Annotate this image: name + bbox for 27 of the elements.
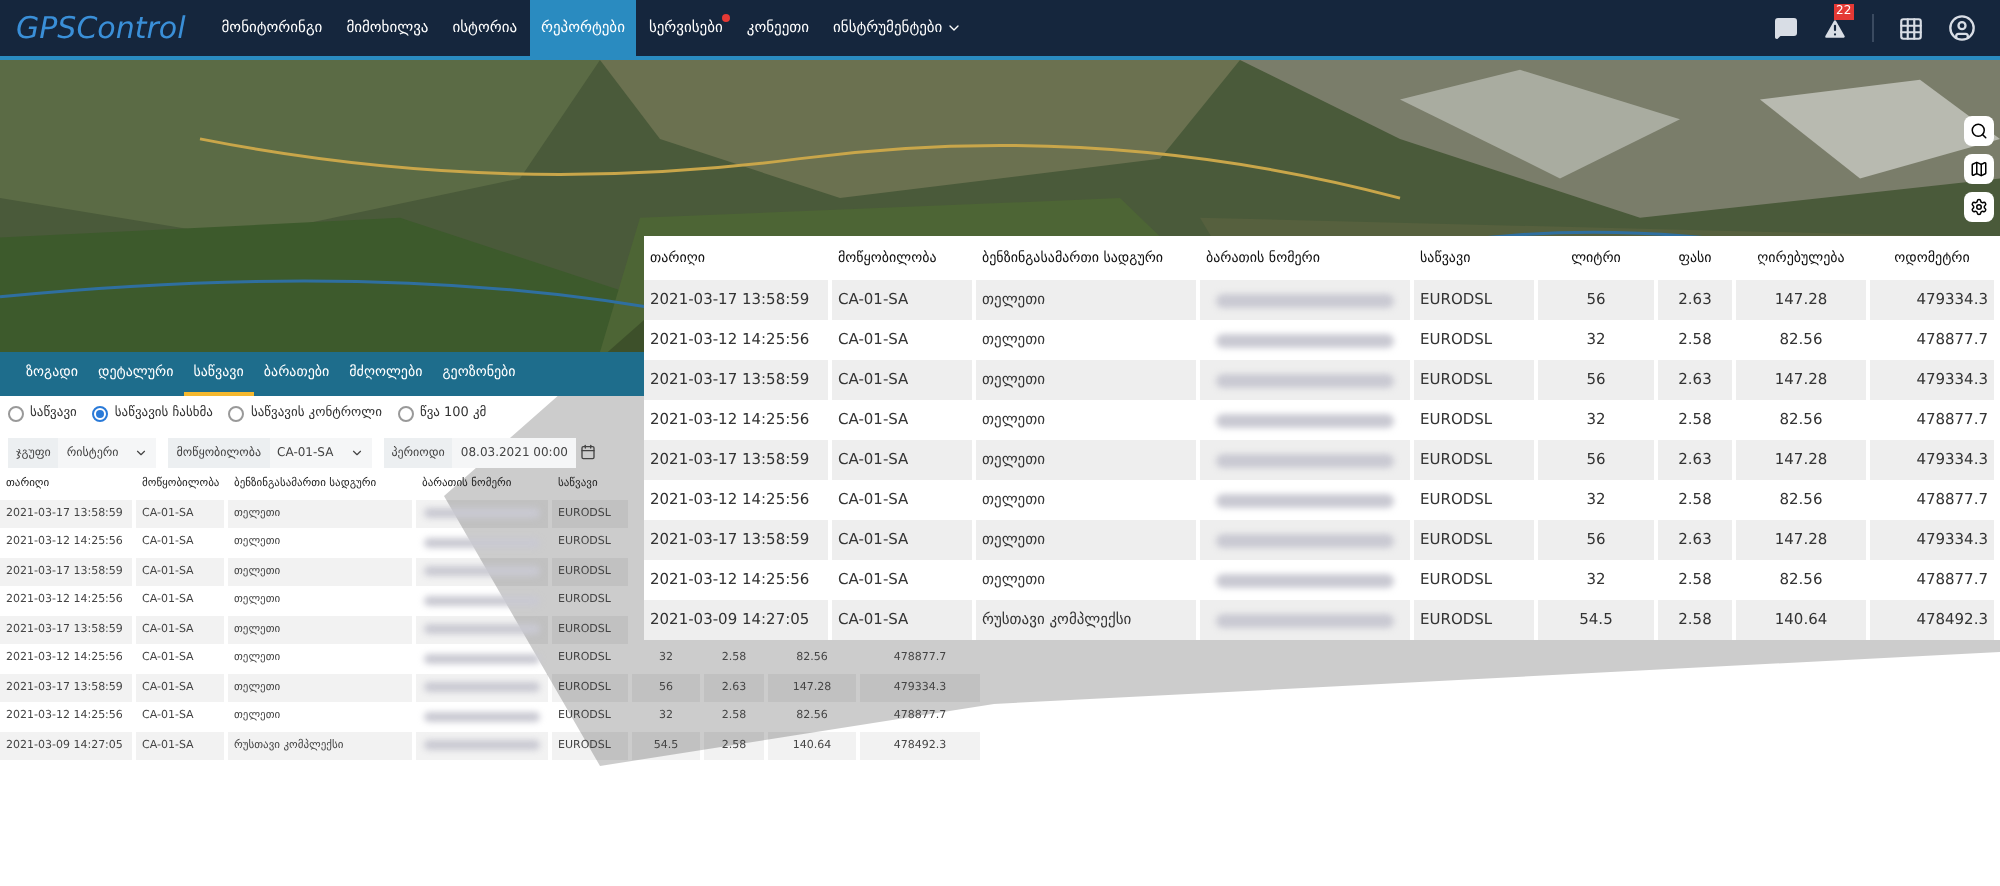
radio-button[interactable] xyxy=(397,406,414,422)
redacted-card-number xyxy=(424,711,540,722)
user-avatar-icon[interactable] xyxy=(1948,14,1976,42)
calendar-icon[interactable] xyxy=(579,444,596,460)
apps-grid-icon[interactable] xyxy=(1898,15,1924,41)
map-button[interactable] xyxy=(1964,154,1994,184)
logo[interactable]: GPSControl xyxy=(16,10,186,46)
caret-icon xyxy=(134,445,149,459)
redacted-card-number xyxy=(424,653,540,664)
caret-icon xyxy=(946,20,963,36)
chat-icon[interactable] xyxy=(1774,16,1798,40)
settings-icon xyxy=(1970,198,1988,216)
settings-button[interactable] xyxy=(1964,192,1994,222)
redacted-card-number xyxy=(424,595,540,606)
radio-button[interactable] xyxy=(228,406,245,422)
redacted-card-number xyxy=(424,682,540,693)
redacted-card-number xyxy=(424,566,540,577)
map-icon xyxy=(1970,160,1988,178)
radio-button[interactable] xyxy=(92,406,109,422)
alert-icon[interactable] xyxy=(1822,15,1848,41)
radio-button[interactable] xyxy=(8,406,24,422)
search-button[interactable] xyxy=(1964,116,1994,146)
redacted-card-number xyxy=(424,740,540,751)
redacted-card-number xyxy=(424,624,540,635)
search-icon xyxy=(1970,122,1988,140)
caret-icon xyxy=(349,445,364,459)
redacted-card-number xyxy=(424,508,540,519)
